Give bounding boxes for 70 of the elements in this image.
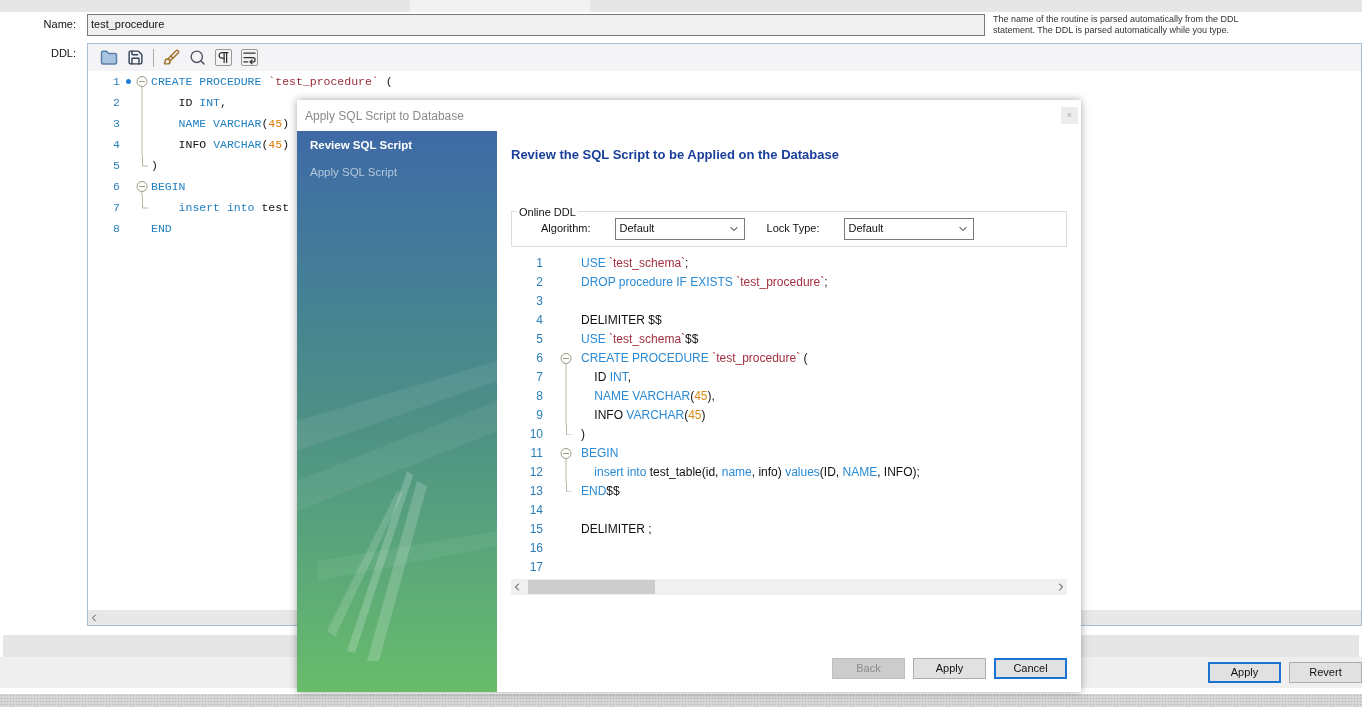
line-number: 2 (535, 274, 543, 291)
code-line: INFO VARCHAR(45) (177, 136, 290, 153)
code-line: USE `test_schema`; (581, 255, 689, 272)
page-heading: Review the SQL Script to be Applied on the Database (511, 146, 840, 164)
dialog-button[interactable]: Apply (913, 658, 986, 679)
line-number: 5 (112, 157, 120, 174)
wrap-icon[interactable] (241, 49, 258, 66)
code-line: CREATE PROCEDURE `test_procedure` ( (581, 350, 808, 367)
line-number: 17 (528, 559, 543, 576)
code-line: USE `test_schema`$$ (581, 331, 699, 348)
code-line: DELIMITER $$ (581, 312, 662, 329)
search-icon[interactable] (189, 49, 206, 66)
code-line: INFO VARCHAR(45) (593, 407, 706, 424)
code-line: insert into test (177, 199, 290, 216)
algorithm-label: Algorithm: (541, 221, 591, 237)
code-line: ) (151, 157, 158, 174)
line-number: 1 (112, 73, 120, 90)
pilcrow-icon[interactable] (215, 49, 232, 66)
code-line: END (151, 220, 172, 237)
line-number: 10 (528, 426, 543, 443)
line-number: 13 (528, 483, 543, 500)
line-number: 3 (535, 293, 543, 310)
code-line: DELIMITER ; (581, 521, 652, 538)
line-number: 4 (112, 136, 120, 153)
line-number: 1 (535, 255, 543, 272)
line-number: 5 (535, 331, 543, 348)
save-icon[interactable] (127, 49, 144, 66)
line-number: 8 (535, 388, 543, 405)
name-field[interactable]: test_procedure (87, 13, 985, 36)
line-number: 3 (112, 115, 120, 132)
code-line: END$$ (581, 483, 620, 500)
dialog-button[interactable]: Cancel (994, 658, 1067, 679)
code-line: ID INT, (177, 94, 227, 111)
name-label: Name: (42, 17, 76, 33)
algorithm-dropdown[interactable]: Default (614, 217, 745, 240)
line-number: 6 (535, 350, 543, 367)
line-number: 2 (112, 94, 120, 111)
code-line: NAME VARCHAR(45), (593, 388, 715, 405)
code-line: ) (581, 426, 585, 443)
hint-text: The name of the routine is parsed automatically from the DDL statement. The DDL is parsed automatically while you type. (993, 13, 1240, 36)
line-number: 7 (112, 199, 120, 216)
lock-type-dropdown[interactable]: Default (843, 217, 974, 240)
code-line: NAME VARCHAR(45) (177, 115, 290, 132)
code-line: BEGIN (151, 178, 186, 195)
wizard-step: Review SQL Script (310, 137, 497, 155)
line-number: 15 (528, 521, 543, 538)
line-number: 9 (535, 407, 543, 424)
line-number: 12 (528, 464, 543, 481)
footer-button[interactable]: Apply (1208, 662, 1281, 683)
code-line: CREATE PROCEDURE `test_procedure` ( (151, 73, 393, 90)
line-number: 6 (112, 178, 120, 195)
code-line: BEGIN (581, 445, 619, 462)
line-number: 7 (535, 369, 543, 386)
folder-icon[interactable] (100, 48, 118, 67)
wizard-step: Apply SQL Script (310, 164, 497, 182)
line-number: 11 (529, 445, 543, 462)
line-number: 8 (112, 220, 120, 237)
code-line: insert into test_table(id, name, info) values(ID, NAME, INFO); (593, 464, 920, 481)
lock-type-label: Lock Type: (766, 221, 820, 237)
dialog-title: Apply SQL Script to Database (305, 107, 464, 125)
code-line: ID INT, (593, 369, 631, 386)
footer-button[interactable]: Revert (1289, 662, 1362, 683)
code-line: DROP procedure IF EXISTS `test_procedure`; (581, 274, 828, 291)
horizontal-scrollbar[interactable] (511, 578, 1067, 595)
line-number: 14 (528, 502, 543, 519)
ddl-label: DDL: (49, 46, 76, 61)
broom-icon[interactable] (163, 49, 180, 66)
line-number: 4 (535, 312, 543, 329)
line-number: 16 (528, 540, 543, 557)
scroll-thumb[interactable] (528, 579, 655, 594)
